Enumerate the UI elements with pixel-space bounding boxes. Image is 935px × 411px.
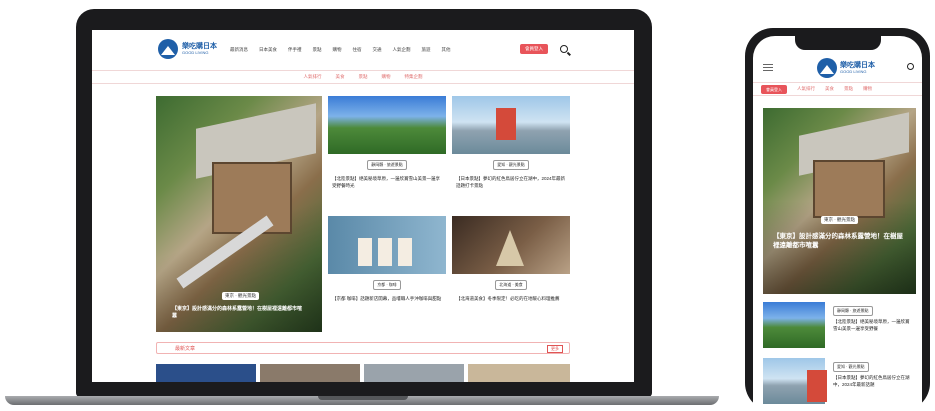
article-thumbnail[interactable] (763, 358, 827, 404)
main-menu: 最新消息 日本美食 伴手禮 景點 購物 住宿 交通 人氣企劃 旅遊 其他 (230, 47, 451, 53)
phone-notch (795, 36, 881, 50)
latest-articles-header: 最新文章 更多 (156, 342, 570, 354)
subnav-item[interactable]: 景點 (359, 74, 368, 80)
article-card[interactable]: 愛知 · 觀光景點 【日本景點】夢幻的紅色鳥居佇立在湖中，2024年最新話題打卡… (452, 96, 570, 189)
article-title[interactable]: 【北海道美食】冬季限定！必吃的在地暖心料理推薦 (456, 296, 566, 303)
member-login-button[interactable]: 會員登入 (520, 44, 548, 54)
subnav-item[interactable]: 特集企劃 (405, 74, 423, 80)
article-tag[interactable]: 靜岡縣 · 旅遊景點 (833, 306, 873, 316)
article-thumbnail[interactable] (468, 364, 570, 382)
article-tag[interactable]: 東京 · 觀光景點 (821, 216, 858, 224)
article-title[interactable]: 【日本景點】夢幻的紅色鳥居佇立在湖中，2024年最新話題 (833, 375, 913, 388)
menu-item[interactable]: 交通 (373, 47, 382, 53)
article-thumbnail[interactable] (260, 364, 360, 382)
mountain-logo-icon (158, 39, 178, 59)
site-subtitle: GOOD LIVING (840, 69, 867, 74)
article-card[interactable]: 北海道 · 美食 【北海道美食】冬季限定！必吃的在地暖心料理推薦 (452, 216, 570, 303)
article-card[interactable]: 靜岡縣 · 旅遊景點 【北陸景點】絕美秘境草原，一邊欣賞雪山美景一邊享受野餐時光 (328, 96, 446, 189)
hero-image-house (813, 160, 885, 218)
subnav-item[interactable]: 美食 (825, 86, 834, 92)
article-tag[interactable]: 東京 · 觀光景點 (222, 292, 259, 300)
menu-item[interactable]: 購物 (333, 47, 342, 53)
subnav-item[interactable]: 人氣排行 (797, 86, 815, 92)
featured-article-title[interactable]: 【東京】設計感滿分的森林系露營地！在樹屋裡遠離都市喧囂 (773, 232, 905, 250)
article-tag[interactable]: 靜岡縣 · 旅遊景點 (367, 160, 407, 170)
site-logo[interactable]: 樂吃購日本 GOOD LIVING (158, 39, 217, 59)
menu-item[interactable]: 景點 (313, 47, 322, 53)
laptop-notch (318, 396, 408, 400)
article-tag[interactable]: 愛知 · 觀光景點 (493, 160, 529, 170)
subnav-item[interactable]: 人氣排行 (304, 74, 322, 80)
hero-image-house (212, 162, 292, 234)
section-title: 最新文章 (175, 346, 196, 352)
site-subtitle: GOOD LIVING (182, 50, 209, 55)
subnav-item[interactable]: 購物 (863, 86, 872, 92)
menu-item[interactable]: 人氣企劃 (393, 47, 411, 53)
article-list-item[interactable]: 靜岡縣 · 旅遊景點 【北陸景點】絕美秘境草原，一邊欣賞雪山美景一邊享受野餐 (763, 302, 916, 354)
phone-screen: 樂吃購日本 GOOD LIVING 會員登入 人氣排行 美食 景點 購物 東京 … (753, 36, 922, 411)
menu-item[interactable]: 其他 (442, 47, 451, 53)
menu-item[interactable]: 伴手禮 (288, 47, 302, 53)
article-thumbnail[interactable] (156, 364, 256, 382)
featured-article-title[interactable]: 【東京】設計感滿分的森林系露營地！在樹屋裡遠離都市喧囂 (172, 306, 302, 320)
sub-navigation: 人氣排行 美食 景點 購物 特集企劃 (92, 70, 634, 84)
article-thumbnail[interactable] (452, 216, 570, 274)
site-name: 樂吃購日本 (840, 62, 875, 69)
more-button[interactable]: 更多 (547, 345, 563, 353)
article-thumbnail[interactable] (328, 96, 446, 154)
article-title[interactable]: 【日本景點】夢幻的紅色鳥居佇立在湖中，2024年最新話題打卡景點 (456, 176, 566, 189)
article-thumbnail[interactable] (364, 364, 464, 382)
article-title[interactable]: 【北陸景點】絕美秘境草原，一邊欣賞雪山美景一邊享受野餐 (833, 319, 913, 332)
subnav-item[interactable]: 美食 (336, 74, 345, 80)
article-tag[interactable]: 京都 · 咖啡 (373, 280, 401, 290)
menu-item[interactable]: 日本美食 (259, 47, 277, 53)
laptop-screen: 樂吃購日本 GOOD LIVING 最新消息 日本美食 伴手禮 景點 購物 住宿… (92, 30, 634, 382)
article-list-item[interactable]: 愛知 · 觀光景點 【日本景點】夢幻的紅色鳥居佇立在湖中，2024年最新話題 (763, 358, 916, 410)
article-tag[interactable]: 北海道 · 美食 (495, 280, 527, 290)
article-thumbnail[interactable] (452, 96, 570, 154)
top-navigation: 樂吃購日本 GOOD LIVING 最新消息 日本美食 伴手禮 景點 購物 住宿… (92, 30, 634, 70)
article-title[interactable]: 【京都 咖啡】話題新店開幕，品嚐職人手沖咖啡與甜點 (332, 296, 442, 303)
menu-item[interactable]: 旅遊 (422, 47, 431, 53)
article-card[interactable]: 京都 · 咖啡 【京都 咖啡】話題新店開幕，品嚐職人手沖咖啡與甜點 (328, 216, 446, 303)
article-thumbnail[interactable] (763, 302, 825, 348)
featured-article[interactable]: 東京 · 觀光景點 【東京】設計感滿分的森林系露營地！在樹屋裡遠離都市喧囂 (763, 108, 916, 294)
article-thumbnail[interactable] (328, 216, 446, 274)
sub-navigation: 會員登入 人氣排行 美食 景點 購物 (753, 82, 922, 96)
menu-item[interactable]: 住宿 (353, 47, 362, 53)
menu-item[interactable]: 最新消息 (230, 47, 248, 53)
device-mockup: 樂吃購日本 GOOD LIVING 最新消息 日本美食 伴手禮 景點 購物 住宿… (0, 0, 935, 411)
subnav-item[interactable]: 景點 (844, 86, 853, 92)
search-icon[interactable] (907, 63, 914, 70)
search-icon[interactable] (560, 45, 568, 53)
site-logo[interactable]: 樂吃購日本 GOOD LIVING (817, 58, 875, 78)
featured-article[interactable]: 東京 · 觀光景點 【東京】設計感滿分的森林系露營地！在樹屋裡遠離都市喧囂 (156, 96, 322, 332)
member-login-button[interactable]: 會員登入 (761, 85, 787, 94)
hamburger-menu-icon[interactable] (763, 64, 773, 71)
site-name: 樂吃購日本 (182, 43, 217, 50)
article-tag[interactable]: 愛知 · 觀光景點 (833, 362, 869, 372)
subnav-item[interactable]: 購物 (382, 74, 391, 80)
mountain-logo-icon (817, 58, 837, 78)
article-title[interactable]: 【北陸景點】絕美秘境草原，一邊欣賞雪山美景一邊享受野餐時光 (332, 176, 442, 189)
